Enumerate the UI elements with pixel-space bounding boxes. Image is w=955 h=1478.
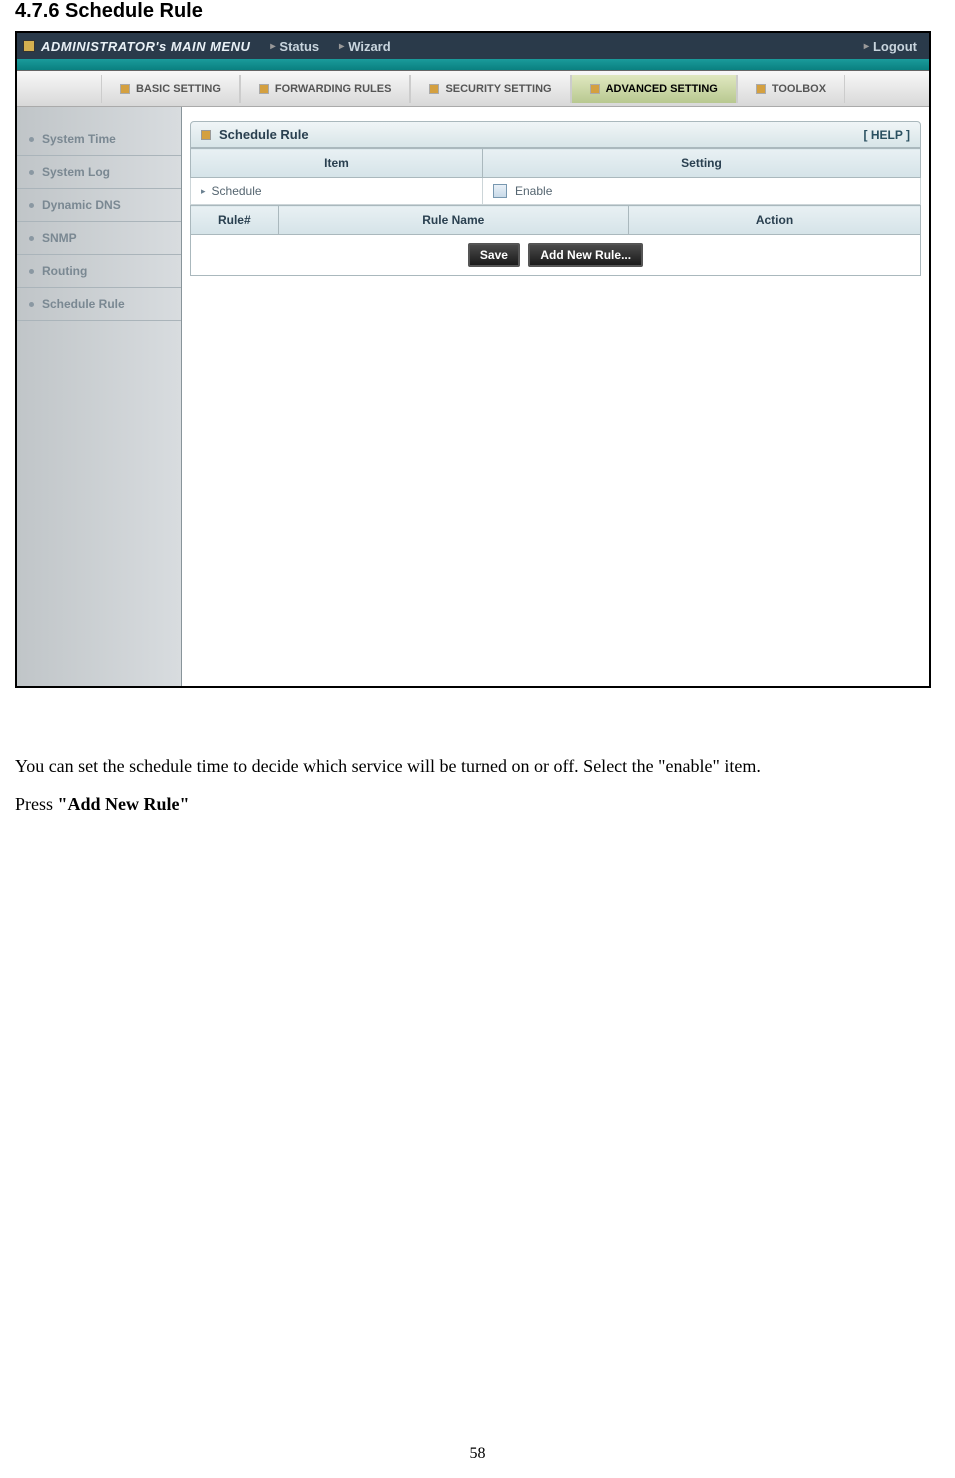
col-action-header: Action — [628, 206, 920, 235]
help-link[interactable]: [ HELP ] — [864, 128, 910, 142]
tab-security-setting[interactable]: SECURITY SETTING — [410, 75, 570, 103]
router-admin-screenshot: ADMINISTRATOR's MAIN MENU ▸ Status ▸ Wiz… — [15, 31, 931, 688]
logout-link[interactable]: ▸ Logout — [864, 39, 917, 54]
page-number: 58 — [470, 1445, 486, 1463]
status-link[interactable]: ▸ Status — [270, 39, 319, 54]
tab-advanced-setting[interactable]: ADVANCED SETTING — [571, 75, 737, 103]
tab-icon — [590, 84, 600, 94]
panel-header: Schedule Rule [ HELP ] — [190, 121, 921, 148]
decorative-divider-bar — [17, 59, 929, 71]
tab-icon — [120, 84, 130, 94]
panel-title: Schedule Rule — [219, 127, 309, 142]
top-menu-bar: ADMINISTRATOR's MAIN MENU ▸ Status ▸ Wiz… — [17, 33, 929, 59]
settings-table: Item Setting ▸ Schedule — [190, 148, 921, 205]
menu-icon — [23, 40, 35, 52]
bullet-icon — [29, 170, 34, 175]
sidebar-item-schedule-rule[interactable]: Schedule Rule — [17, 288, 181, 321]
tab-forwarding-rules[interactable]: FORWARDING RULES — [240, 75, 411, 103]
tab-icon — [259, 84, 269, 94]
button-row: Save Add New Rule... — [190, 235, 921, 276]
enable-checkbox[interactable] — [493, 184, 507, 198]
admin-main-menu-title: ADMINISTRATOR's MAIN MENU — [23, 39, 250, 54]
tab-icon — [756, 84, 766, 94]
rules-table: Rule# Rule Name Action — [190, 205, 921, 235]
tab-basic-setting[interactable]: BASIC SETTING — [101, 75, 240, 103]
sidebar-item-dynamic-dns[interactable]: Dynamic DNS — [17, 189, 181, 222]
bullet-icon — [29, 269, 34, 274]
col-setting-header: Setting — [483, 149, 921, 178]
arrow-icon: ▸ — [864, 41, 869, 52]
arrow-icon: ▸ — [270, 41, 275, 52]
bullet-icon — [29, 236, 34, 241]
main-tab-bar: BASIC SETTING FORWARDING RULES SECURITY … — [17, 71, 929, 107]
sidebar-item-system-time[interactable]: System Time — [17, 123, 181, 156]
doc-paragraph-2: Press "Add New Rule" — [15, 786, 940, 824]
tab-icon — [429, 84, 439, 94]
bullet-icon — [29, 302, 34, 307]
col-rule-number-header: Rule# — [191, 206, 279, 235]
doc-paragraph-1: You can set the schedule time to decide … — [15, 748, 940, 786]
content-area: Schedule Rule [ HELP ] Item Setting ▸ Sc… — [182, 107, 929, 686]
wizard-link[interactable]: ▸ Wizard — [339, 39, 391, 54]
doc-section-heading: 4.7.6 Schedule Rule — [15, 0, 940, 23]
admin-title-text: ADMINISTRATOR's MAIN MENU — [41, 39, 250, 54]
add-new-rule-button[interactable]: Add New Rule... — [528, 243, 643, 267]
sidebar-nav: System Time System Log Dynamic DNS SNMP … — [17, 107, 182, 686]
bullet-icon — [29, 203, 34, 208]
save-button[interactable]: Save — [468, 243, 520, 267]
bullet-icon — [29, 137, 34, 142]
col-item-header: Item — [191, 149, 483, 178]
schedule-row-label: ▸ Schedule — [191, 178, 483, 205]
col-rule-name-header: Rule Name — [278, 206, 628, 235]
triangle-bullet-icon: ▸ — [201, 186, 206, 197]
sidebar-item-routing[interactable]: Routing — [17, 255, 181, 288]
panel-icon — [201, 130, 211, 140]
enable-label: Enable — [515, 184, 552, 198]
schedule-row-setting: Enable — [483, 178, 921, 205]
sidebar-item-snmp[interactable]: SNMP — [17, 222, 181, 255]
tab-toolbox[interactable]: TOOLBOX — [737, 75, 845, 103]
arrow-icon: ▸ — [339, 41, 344, 52]
sidebar-item-system-log[interactable]: System Log — [17, 156, 181, 189]
